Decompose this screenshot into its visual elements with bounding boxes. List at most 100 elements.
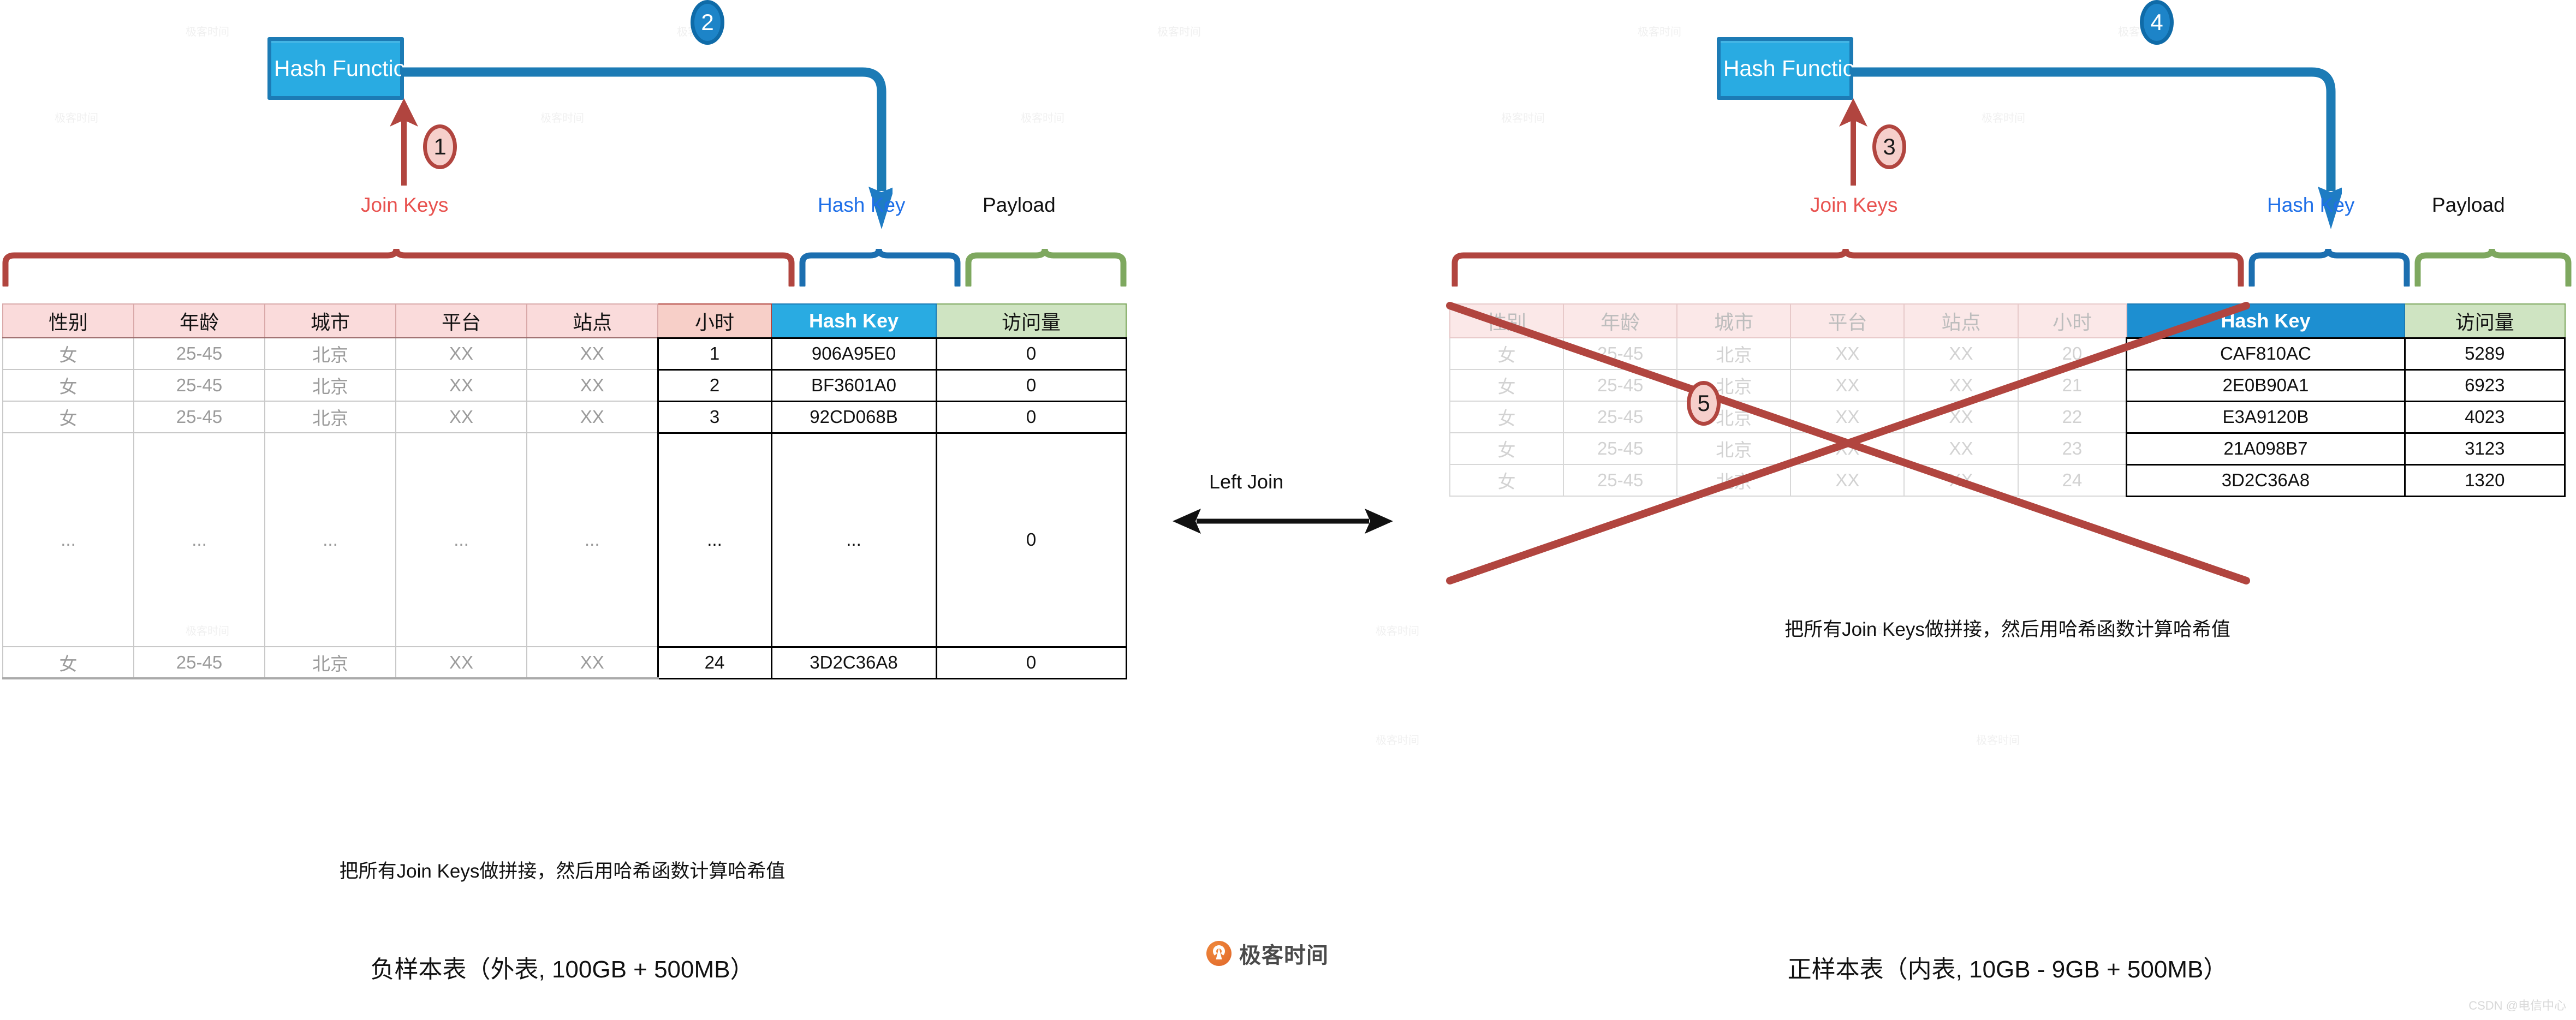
cell-site-ellipsis: ...: [526, 432, 658, 647]
watermark: 极客时间: [1638, 26, 1681, 38]
table-row-ellipsis: ... ... ... ... ... ... ... 0: [2, 432, 1127, 648]
cell-hour: 2: [657, 368, 772, 402]
left-join-double-arrow: [1173, 509, 1393, 534]
step-badge-4: 4: [2140, 0, 2174, 45]
diagram-canvas: 极客时间 极客时间 极客时间 极客时间 极客时间 极客时间 极客时间 极客时间 …: [0, 0, 2576, 1020]
cell-city: 北京: [264, 401, 396, 433]
cell-gender: 女: [2, 401, 134, 433]
watermark: 极客时间: [55, 112, 98, 124]
table-row: 女 25-45 北京 XX XX 1 906A95E0 0: [2, 337, 1127, 371]
cell-gender-ellipsis: ...: [2, 432, 134, 647]
cell-gender: 女: [2, 369, 134, 402]
left-caption-note: 把所有Join Keys做拼接，然后用哈希函数计算哈希值: [339, 861, 786, 882]
cell-visits: 0: [935, 368, 1127, 402]
cell-site: XX: [526, 369, 658, 402]
cell-hour: 3: [657, 400, 772, 434]
cell-hour-ellipsis: ...: [657, 432, 772, 648]
cell-visits-ellipsis: 0: [935, 432, 1127, 648]
cell-hashkey: 3D2C36A8: [770, 646, 937, 679]
cell-gender: 女: [2, 337, 134, 370]
cell-hashkey: BF3601A0: [770, 368, 937, 402]
payload-label-left: Payload: [983, 194, 1056, 216]
cell-city: 北京: [264, 337, 396, 370]
hash-function-box-right[interactable]: # Hash Function: [1703, 37, 1867, 100]
left-join-label: Left Join: [1209, 470, 1284, 493]
cell-age: 25-45: [133, 337, 265, 370]
hash-function-label: Hash Function: [273, 56, 419, 81]
right-caption-title: 正样本表（内表, 10GB - 9GB + 500MB）: [1787, 956, 2228, 983]
hash-glyph-icon: #: [1702, 54, 1717, 83]
watermark: 极客时间: [1021, 112, 1064, 124]
col-header-site: 站点: [526, 303, 658, 338]
step-badge-5: 5: [1687, 381, 1721, 426]
col-header-hashkey: Hash Key: [771, 303, 937, 338]
hash-key-label-right: Hash Key: [2267, 194, 2355, 216]
hash-function-box-left[interactable]: # Hash Function: [253, 37, 418, 100]
cell-age: 25-45: [133, 401, 265, 433]
join-keys-label-left: Join Keys: [361, 194, 449, 216]
step-badge-3-label: 3: [1883, 134, 1896, 159]
cell-age: 25-45: [133, 646, 265, 679]
payload-brace-right: [2414, 248, 2572, 287]
join-keys-brace-right: [1451, 248, 2244, 287]
cell-hashkey-ellipsis: ...: [770, 432, 937, 648]
join-keys-label-right: Join Keys: [1810, 194, 1898, 216]
cell-visits: 5289: [2404, 337, 2566, 371]
cell-visits: 0: [935, 337, 1127, 371]
watermark: 极客时间: [1376, 735, 1419, 747]
col-header-age: 年龄: [133, 303, 265, 338]
cell-site: XX: [526, 337, 658, 370]
cell-hour: 1: [657, 337, 772, 371]
cell-gender: 女: [2, 646, 134, 679]
hash-key-brace-right: [2248, 248, 2410, 287]
step-badge-1: 1: [423, 124, 457, 169]
geekbang-logo: 极客时间: [1206, 938, 1329, 969]
step-badge-2: 2: [691, 0, 724, 45]
cell-city: 北京: [264, 646, 396, 679]
hash-glyph-icon: #: [253, 54, 267, 83]
cell-visits: 0: [935, 400, 1127, 434]
watermark: 极客时间: [1976, 735, 2020, 747]
cell-platform: XX: [395, 646, 527, 679]
cell-visits: 4023: [2404, 400, 2566, 434]
table-header-row: 性别 年龄 城市 平台 站点 小时 Hash Key 访问量: [2, 303, 1127, 338]
watermark: 极客时间: [1501, 112, 1545, 124]
cell-site: XX: [526, 646, 658, 679]
csdn-watermark: CSDN @电信中心: [2468, 999, 2566, 1012]
cell-platform-ellipsis: ...: [395, 432, 527, 647]
table-row: 女 25-45 北京 XX XX 24 3D2C36A8 0: [2, 646, 1127, 679]
col-header-visits: 访问量: [2404, 303, 2566, 338]
cell-hashkey: 92CD068B: [770, 400, 937, 434]
payload-brace-left: [965, 248, 1127, 287]
join-keys-input-arrow-left: [390, 98, 418, 186]
join-keys-input-arrow-right: [1839, 98, 1867, 186]
watermark: 极客时间: [1157, 26, 1201, 38]
col-header-platform: 平台: [395, 303, 527, 338]
watermark: 极客时间: [1376, 625, 1419, 637]
cell-platform: XX: [395, 337, 527, 370]
join-keys-brace-left: [2, 248, 795, 287]
col-header-visits: 访问量: [936, 303, 1127, 338]
cell-visits: 3123: [2404, 432, 2566, 466]
step-badge-5-label: 5: [1697, 390, 1710, 416]
cell-platform: XX: [395, 401, 527, 433]
step-badge-2-label: 2: [701, 9, 714, 35]
cell-hour: 24: [657, 646, 772, 679]
cell-city: 北京: [264, 369, 396, 402]
cell-platform: XX: [395, 369, 527, 402]
cell-visits: 1320: [2404, 463, 2566, 497]
crossed-out-join-keys-marker: [1446, 302, 2250, 584]
cell-city-ellipsis: ...: [264, 432, 396, 647]
col-header-hour: 小时: [657, 303, 772, 338]
watermark: 极客时间: [186, 26, 229, 38]
col-header-gender: 性别: [2, 303, 134, 338]
geekbang-logo-text: 极客时间: [1239, 944, 1329, 968]
geekbang-logo-icon: [1206, 941, 1232, 966]
negative-sample-table: 性别 年龄 城市 平台 站点 小时 Hash Key 访问量 女 25-45 北…: [2, 303, 1127, 679]
hash-function-label: Hash Function: [1723, 56, 1868, 81]
table-row: 女 25-45 北京 XX XX 3 92CD068B 0: [2, 400, 1127, 434]
cell-visits: 0: [935, 646, 1127, 679]
cell-site: XX: [526, 401, 658, 433]
step-badge-4-label: 4: [2150, 9, 2163, 35]
cell-age-ellipsis: ...: [133, 432, 265, 647]
